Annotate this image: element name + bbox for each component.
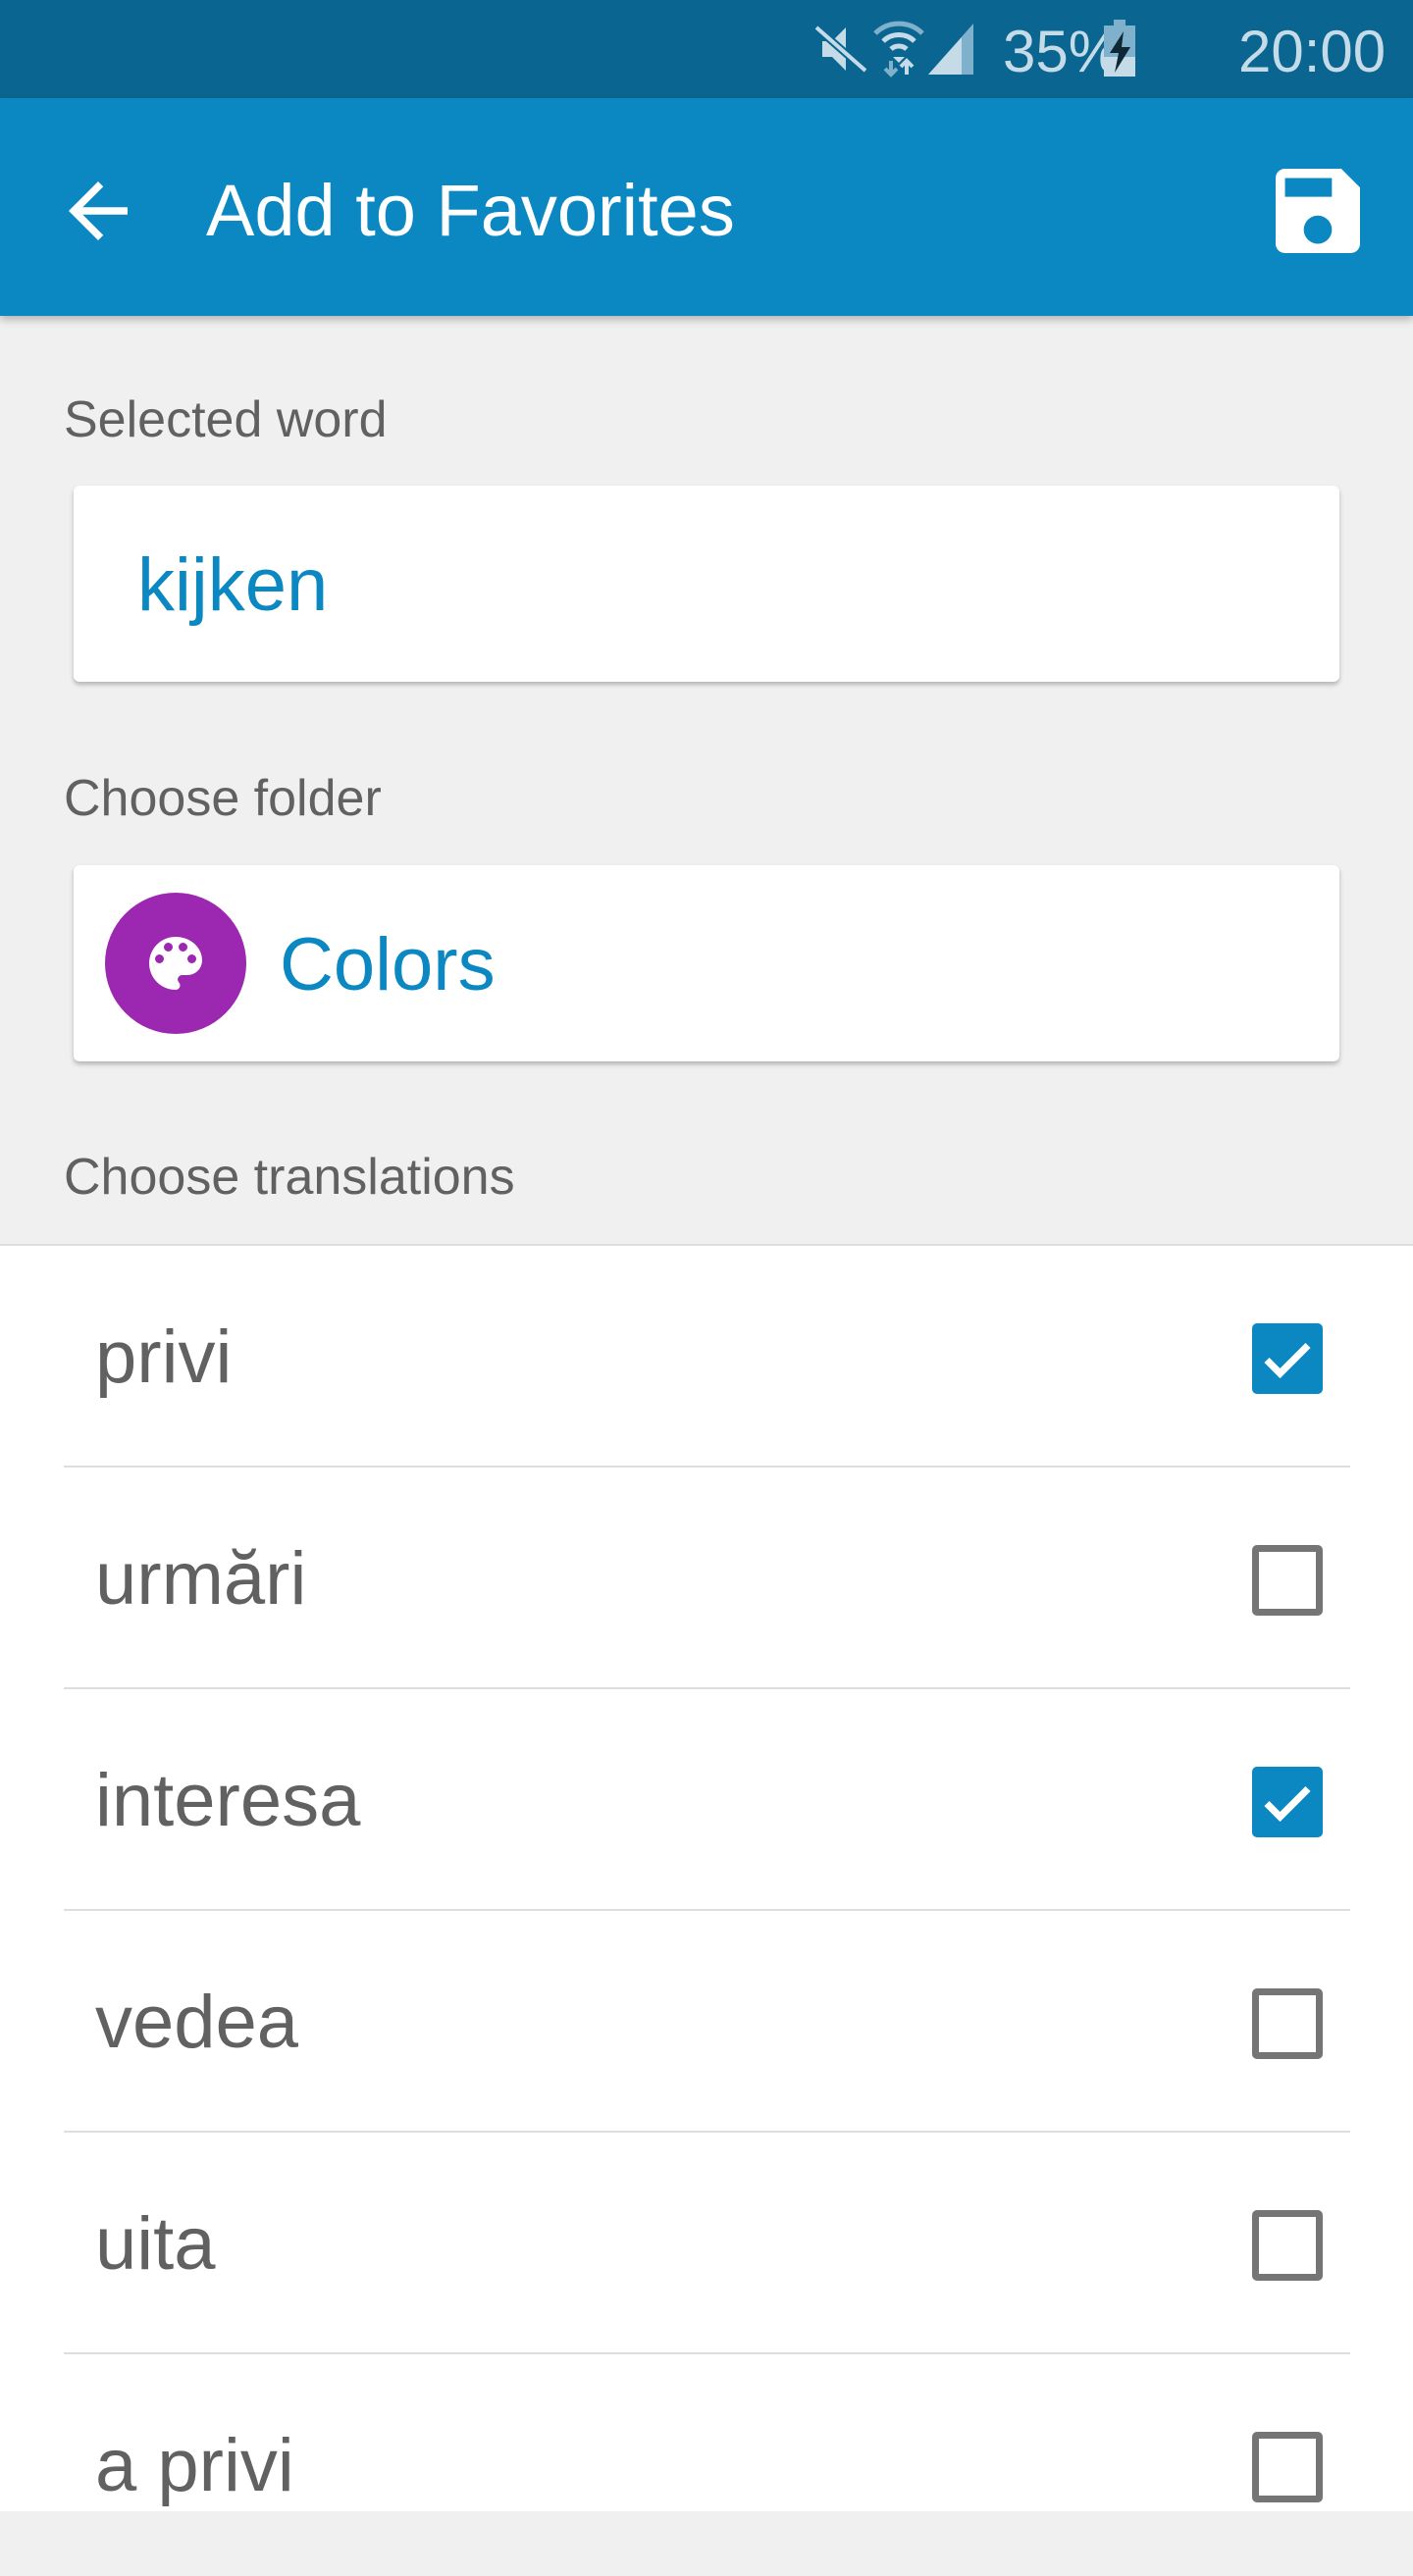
choose-folder-label: Choose folder: [64, 770, 382, 827]
mute-icon: [814, 24, 868, 75]
translation-checkbox[interactable]: [1252, 1988, 1323, 2059]
folder-name: Colors: [280, 923, 496, 1006]
choose-translations-label: Choose translations: [64, 1149, 515, 1206]
check-icon: [1264, 1785, 1311, 1823]
translation-text: uita: [95, 2202, 216, 2286]
translation-row[interactable]: urmări: [0, 1468, 1413, 1689]
translations-list: privi urmări interesa vedea uita a privi: [0, 1244, 1413, 2511]
translation-checkbox[interactable]: [1252, 1767, 1323, 1837]
clock: 20:00: [1238, 19, 1387, 84]
app-bar: Add to Favorites: [0, 98, 1413, 316]
translation-checkbox[interactable]: [1252, 1545, 1323, 1616]
wifi-icon: [873, 21, 924, 77]
signal-icon: [928, 24, 973, 75]
translation-checkbox[interactable]: [1252, 1323, 1323, 1394]
translation-row[interactable]: uita: [0, 2133, 1413, 2354]
translation-text: privi: [95, 1315, 233, 1399]
translation-checkbox[interactable]: [1252, 2432, 1323, 2502]
selected-word-label: Selected word: [64, 391, 388, 448]
translation-text: vedea: [95, 1981, 299, 2064]
translation-text: interesa: [95, 1759, 361, 1842]
palette-icon: [149, 937, 202, 990]
translation-row[interactable]: privi: [0, 1246, 1413, 1468]
translation-text: a privi: [95, 2424, 294, 2507]
folder-icon-circle: [105, 893, 246, 1034]
battery-charging-icon: [1104, 20, 1135, 77]
translation-row[interactable]: vedea: [0, 1911, 1413, 2133]
selected-word-value: kijken: [137, 543, 329, 627]
translation-row[interactable]: a privi: [0, 2354, 1413, 2576]
save-icon[interactable]: [1276, 169, 1360, 253]
translation-text: urmări: [95, 1537, 307, 1621]
arrow-back-icon[interactable]: [54, 167, 142, 255]
status-bar: 35% 20:00: [0, 0, 1413, 98]
translation-checkbox[interactable]: [1252, 2210, 1323, 2281]
check-icon: [1264, 1342, 1311, 1379]
selected-word-field[interactable]: kijken: [74, 486, 1339, 682]
translation-row[interactable]: interesa: [0, 1689, 1413, 1911]
folder-selector[interactable]: Colors: [74, 865, 1339, 1061]
page-title: Add to Favorites: [206, 170, 735, 251]
